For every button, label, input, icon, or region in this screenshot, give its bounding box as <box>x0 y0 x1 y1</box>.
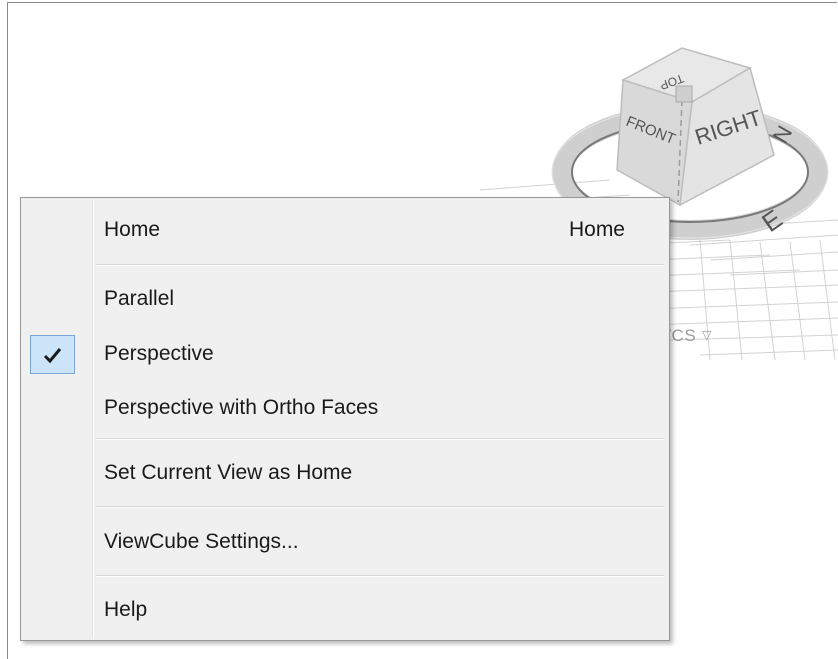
menu-item-label: Home <box>104 218 161 241</box>
menu-item-set-current-view-home[interactable]: Set Current View as Home <box>23 451 667 495</box>
menu-item-label: Parallel <box>104 287 175 310</box>
viewcube-context-menu: Home Home Parallel Perspective Perspecti… <box>20 197 670 641</box>
menu-separator <box>96 506 664 508</box>
drawing-viewport[interactable]: E N TOP FRONT RIGHT WCS ▽ Home Home Paral… <box>0 0 838 659</box>
menu-separator <box>96 575 664 577</box>
menu-item-label: Perspective with Ortho Faces <box>104 396 379 419</box>
menu-separator <box>96 264 664 266</box>
menu-item-help[interactable]: Help <box>23 588 667 632</box>
menu-item-label: Perspective <box>104 342 214 365</box>
menu-item-perspective-ortho-faces[interactable]: Perspective with Ortho Faces <box>23 386 667 430</box>
menu-item-parallel[interactable]: Parallel <box>23 277 667 321</box>
menu-item-label: Set Current View as Home <box>104 461 353 484</box>
menu-item-shortcut: Home <box>568 218 625 241</box>
menu-item-label: Help <box>104 598 148 621</box>
menu-separator <box>96 438 664 440</box>
menu-item-home[interactable]: Home Home <box>23 208 667 252</box>
triangle-down-icon: ▽ <box>702 328 712 342</box>
menu-item-viewcube-settings[interactable]: ViewCube Settings... <box>23 520 667 564</box>
menu-item-label: ViewCube Settings... <box>104 530 299 553</box>
menu-item-perspective[interactable]: Perspective <box>23 332 667 376</box>
